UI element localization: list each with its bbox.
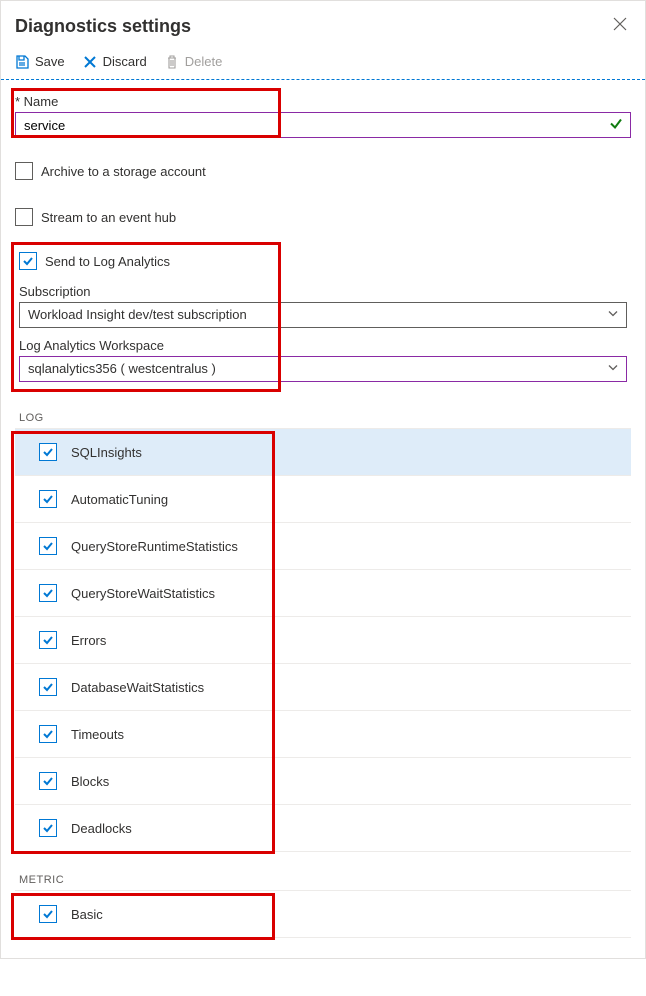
category-row: QueryStoreRuntimeStatistics: [15, 523, 631, 570]
category-checkbox[interactable]: [39, 490, 57, 508]
category-checkbox[interactable]: [39, 678, 57, 696]
log-section-title: LOG: [19, 412, 631, 424]
category-label: QueryStoreWaitStatistics: [71, 586, 215, 601]
category-row: Timeouts: [15, 711, 631, 758]
log-analytics-label: Send to Log Analytics: [45, 254, 170, 269]
category-checkbox[interactable]: [39, 584, 57, 602]
category-label: Timeouts: [71, 727, 124, 742]
discard-label: Discard: [103, 54, 147, 69]
discard-icon: [83, 55, 97, 69]
category-label: Blocks: [71, 774, 109, 789]
stream-checkbox-row: Stream to an event hub: [15, 208, 631, 226]
category-label: QueryStoreRuntimeStatistics: [71, 539, 238, 554]
log-category-list: SQLInsights AutomaticTuning QueryStoreRunt…: [15, 429, 631, 852]
archive-checkbox[interactable]: [15, 162, 33, 180]
category-row: Errors: [15, 617, 631, 664]
save-label: Save: [35, 54, 65, 69]
workspace-value: sqlanalytics356 ( westcentralus ): [28, 361, 216, 376]
subscription-label: Subscription: [19, 284, 627, 299]
category-row: QueryStoreWaitStatistics: [15, 570, 631, 617]
category-checkbox[interactable]: [39, 537, 57, 555]
name-label: Name: [15, 94, 631, 109]
log-analytics-checkbox-row: Send to Log Analytics: [19, 252, 627, 270]
category-row: Deadlocks: [15, 805, 631, 852]
metric-category-list: Basic: [15, 891, 631, 938]
category-label: SQLInsights: [71, 445, 142, 460]
category-label: Basic: [71, 907, 103, 922]
stream-checkbox[interactable]: [15, 208, 33, 226]
category-row: SQLInsights: [15, 429, 631, 476]
category-checkbox[interactable]: [39, 631, 57, 649]
delete-icon: [165, 55, 179, 69]
name-input[interactable]: [15, 112, 631, 138]
category-row: Basic: [15, 891, 631, 938]
category-row: AutomaticTuning: [15, 476, 631, 523]
category-label: DatabaseWaitStatistics: [71, 680, 204, 695]
panel-title: Diagnostics settings: [15, 16, 191, 37]
metric-section-title: METRIC: [19, 874, 631, 886]
workspace-select[interactable]: sqlanalytics356 ( westcentralus ): [19, 356, 627, 382]
panel-content: Name Archive to a storage account Stream…: [1, 80, 645, 958]
category-label: Deadlocks: [71, 821, 132, 836]
stream-label: Stream to an event hub: [41, 210, 176, 225]
diagnostics-settings-panel: Diagnostics settings Save Discard Delete: [0, 0, 646, 959]
archive-label: Archive to a storage account: [41, 164, 206, 179]
category-row: Blocks: [15, 758, 631, 805]
panel-header: Diagnostics settings: [1, 1, 645, 50]
category-checkbox[interactable]: [39, 905, 57, 923]
delete-button: Delete: [165, 54, 223, 69]
toolbar: Save Discard Delete: [1, 50, 645, 80]
category-label: AutomaticTuning: [71, 492, 168, 507]
category-checkbox[interactable]: [39, 772, 57, 790]
close-button[interactable]: [609, 13, 631, 40]
log-analytics-checkbox[interactable]: [19, 252, 37, 270]
workspace-label: Log Analytics Workspace: [19, 338, 627, 353]
category-label: Errors: [71, 633, 106, 648]
subscription-select[interactable]: Workload Insight dev/test subscription: [19, 302, 627, 328]
archive-checkbox-row: Archive to a storage account: [15, 162, 631, 180]
subscription-value: Workload Insight dev/test subscription: [28, 307, 247, 322]
category-checkbox[interactable]: [39, 819, 57, 837]
category-checkbox[interactable]: [39, 725, 57, 743]
save-button[interactable]: Save: [15, 54, 65, 69]
category-row: DatabaseWaitStatistics: [15, 664, 631, 711]
delete-label: Delete: [185, 54, 223, 69]
category-checkbox[interactable]: [39, 443, 57, 461]
discard-button[interactable]: Discard: [83, 54, 147, 69]
save-icon: [15, 55, 29, 69]
